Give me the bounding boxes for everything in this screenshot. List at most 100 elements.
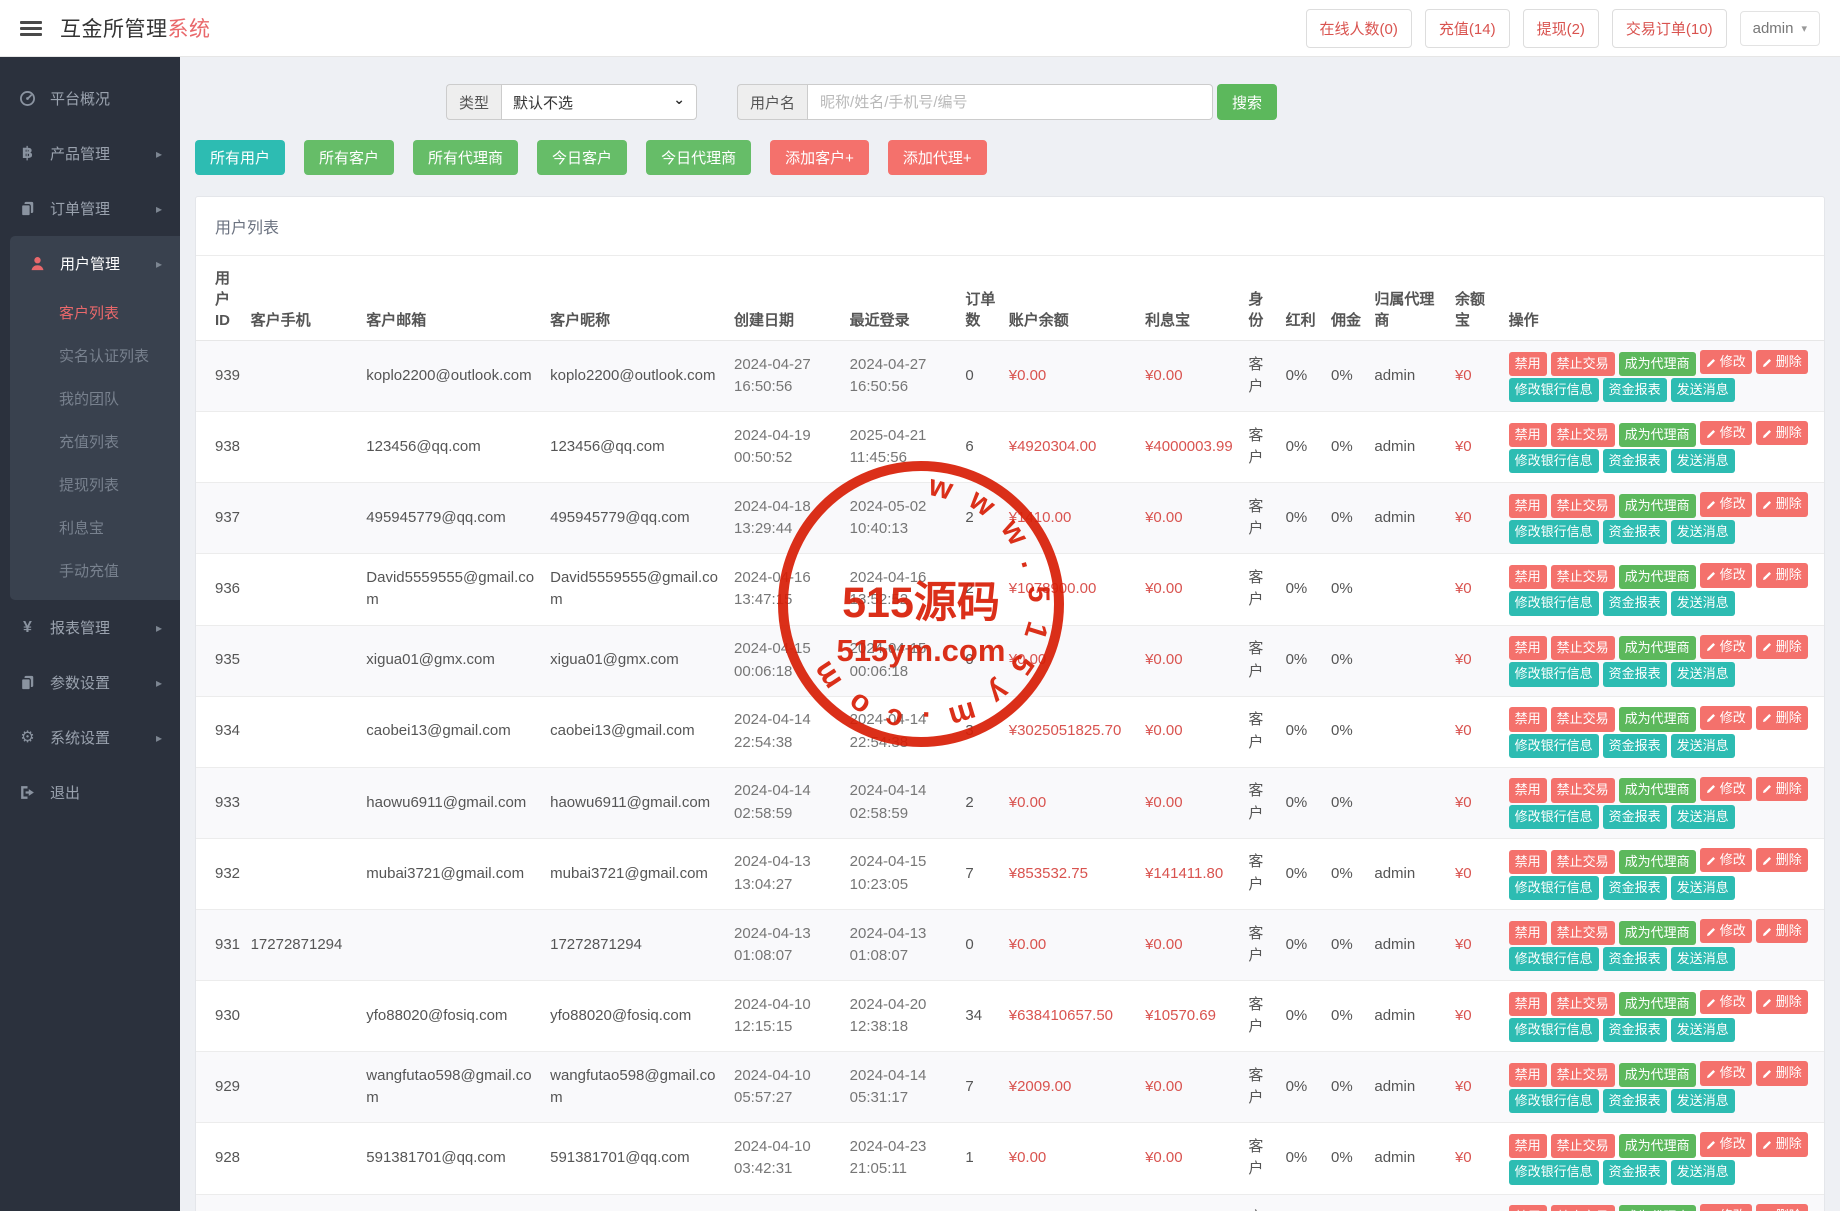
disable-button[interactable]: 禁用 (1508, 565, 1547, 590)
edit-bank-button[interactable]: 修改银行信息 (1508, 804, 1599, 829)
make-agent-button[interactable]: 成为代理商 (1618, 1062, 1696, 1088)
make-agent-button[interactable]: 成为代理商 (1618, 920, 1696, 945)
sidebar-item-params[interactable]: 参数设置 ▸ (0, 655, 180, 710)
online-count-button[interactable]: 在线人数(0) (1305, 8, 1412, 48)
delete-button[interactable]: 删除 (1755, 919, 1808, 944)
make-agent-button[interactable]: 成为代理商 (1618, 991, 1696, 1016)
disable-button[interactable]: 禁用 (1508, 778, 1547, 803)
sidebar-item-orders[interactable]: 订单管理 ▸ (0, 181, 180, 236)
send-message-button[interactable]: 发送消息 (1670, 1160, 1735, 1185)
make-agent-button[interactable]: 成为代理商 (1618, 565, 1696, 590)
delete-button[interactable]: 删除 (1755, 847, 1808, 873)
today-customers-button[interactable]: 今日客户 (537, 140, 628, 175)
edit-bank-button[interactable]: 修改银行信息 (1508, 1018, 1599, 1043)
disable-button[interactable]: 禁用 (1508, 493, 1547, 519)
sidebar-item-withdraw-list[interactable]: 提现列表 (10, 463, 180, 506)
send-message-button[interactable]: 发送消息 (1670, 1018, 1735, 1043)
edit-bank-button[interactable]: 修改银行信息 (1508, 662, 1599, 687)
funds-report-button[interactable]: 资金报表 (1602, 662, 1667, 687)
make-agent-button[interactable]: 成为代理商 (1618, 707, 1696, 732)
disable-button[interactable]: 禁用 (1508, 351, 1547, 376)
delete-button[interactable]: 删除 (1755, 492, 1808, 517)
edit-button[interactable]: 修改 (1699, 1061, 1752, 1086)
edit-bank-button[interactable]: 修改银行信息 (1508, 449, 1599, 474)
withdraw-button[interactable]: 提现(2) (1522, 8, 1599, 48)
forbid-trade-button[interactable]: 禁止交易 (1550, 1062, 1615, 1088)
disable-button[interactable]: 禁用 (1508, 1062, 1547, 1088)
disable-button[interactable]: 禁用 (1508, 1134, 1547, 1159)
make-agent-button[interactable]: 成为代理商 (1618, 849, 1696, 874)
add-agent-button[interactable]: 添加代理+ (887, 140, 987, 175)
make-agent-button[interactable]: 成为代理商 (1618, 1134, 1696, 1159)
funds-report-button[interactable]: 资金报表 (1602, 733, 1667, 758)
send-message-button[interactable]: 发送消息 (1670, 875, 1735, 900)
add-customer-button[interactable]: 添加客户+ (770, 140, 869, 175)
trade-orders-button[interactable]: 交易订单(10) (1611, 8, 1727, 48)
delete-button[interactable]: 删除 (1755, 350, 1808, 375)
search-button[interactable]: 搜索 (1217, 84, 1278, 120)
send-message-button[interactable]: 发送消息 (1670, 804, 1735, 829)
forbid-trade-button[interactable]: 禁止交易 (1550, 849, 1615, 874)
forbid-trade-button[interactable]: 禁止交易 (1550, 778, 1615, 803)
sidebar-item-my-team[interactable]: 我的团队 (10, 377, 180, 420)
make-agent-button[interactable]: 成为代理商 (1618, 493, 1696, 519)
forbid-trade-button[interactable]: 禁止交易 (1550, 1134, 1615, 1159)
all-customers-button[interactable]: 所有客户 (304, 140, 395, 175)
edit-button[interactable]: 修改 (1699, 634, 1752, 659)
forbid-trade-button[interactable]: 禁止交易 (1550, 707, 1615, 732)
sidebar-item-system[interactable]: ⚙ 系统设置 ▸ (0, 710, 180, 765)
delete-button[interactable]: 删除 (1755, 1061, 1808, 1086)
sidebar-item-products[interactable]: ฿ 产品管理 ▸ (0, 126, 180, 181)
edit-bank-button[interactable]: 修改银行信息 (1508, 520, 1599, 545)
edit-bank-button[interactable]: 修改银行信息 (1508, 733, 1599, 758)
edit-bank-button[interactable]: 修改银行信息 (1508, 1089, 1599, 1114)
forbid-trade-button[interactable]: 禁止交易 (1550, 1205, 1615, 1211)
sidebar-item-realname-list[interactable]: 实名认证列表 (10, 334, 180, 377)
edit-bank-button[interactable]: 修改银行信息 (1508, 591, 1599, 616)
forbid-trade-button[interactable]: 禁止交易 (1550, 636, 1615, 661)
edit-button[interactable]: 修改 (1699, 1132, 1752, 1157)
send-message-button[interactable]: 发送消息 (1670, 662, 1735, 687)
edit-button[interactable]: 修改 (1699, 919, 1752, 944)
edit-button[interactable]: 修改 (1699, 847, 1752, 873)
make-agent-button[interactable]: 成为代理商 (1618, 351, 1696, 376)
funds-report-button[interactable]: 资金报表 (1602, 591, 1667, 616)
funds-report-button[interactable]: 资金报表 (1602, 946, 1667, 972)
funds-report-button[interactable]: 资金报表 (1602, 1089, 1667, 1114)
funds-report-button[interactable]: 资金报表 (1602, 449, 1667, 474)
sidebar-item-dashboard[interactable]: 平台概况 (0, 71, 180, 126)
admin-menu[interactable]: admin ▾ (1739, 10, 1820, 46)
edit-button[interactable]: 修改 (1699, 563, 1752, 588)
make-agent-button[interactable]: 成为代理商 (1618, 422, 1696, 447)
edit-button[interactable]: 修改 (1699, 1203, 1752, 1211)
make-agent-button[interactable]: 成为代理商 (1618, 1205, 1696, 1211)
sidebar-item-interest-bao[interactable]: 利息宝 (10, 506, 180, 549)
funds-report-button[interactable]: 资金报表 (1602, 377, 1667, 403)
edit-bank-button[interactable]: 修改银行信息 (1508, 377, 1599, 403)
forbid-trade-button[interactable]: 禁止交易 (1550, 493, 1615, 519)
edit-bank-button[interactable]: 修改银行信息 (1508, 1160, 1599, 1185)
edit-button[interactable]: 修改 (1699, 492, 1752, 517)
edit-bank-button[interactable]: 修改银行信息 (1508, 875, 1599, 900)
edit-button[interactable]: 修改 (1699, 421, 1752, 446)
all-users-button[interactable]: 所有用户 (195, 140, 286, 175)
funds-report-button[interactable]: 资金报表 (1602, 1018, 1667, 1043)
sidebar-item-users[interactable]: 用户管理 ▸ (10, 236, 180, 291)
delete-button[interactable]: 删除 (1755, 634, 1808, 659)
funds-report-button[interactable]: 资金报表 (1602, 875, 1667, 900)
edit-button[interactable]: 修改 (1699, 705, 1752, 730)
send-message-button[interactable]: 发送消息 (1670, 449, 1735, 474)
send-message-button[interactable]: 发送消息 (1670, 520, 1735, 545)
edit-button[interactable]: 修改 (1699, 990, 1752, 1015)
disable-button[interactable]: 禁用 (1508, 849, 1547, 874)
disable-button[interactable]: 禁用 (1508, 920, 1547, 945)
forbid-trade-button[interactable]: 禁止交易 (1550, 565, 1615, 590)
delete-button[interactable]: 删除 (1755, 563, 1808, 588)
send-message-button[interactable]: 发送消息 (1670, 946, 1735, 972)
sidebar-item-logout[interactable]: 退出 (0, 765, 180, 820)
disable-button[interactable]: 禁用 (1508, 1205, 1547, 1211)
make-agent-button[interactable]: 成为代理商 (1618, 636, 1696, 661)
disable-button[interactable]: 禁用 (1508, 636, 1547, 661)
delete-button[interactable]: 删除 (1755, 1203, 1808, 1211)
type-select[interactable]: 默认不选 ⌄ (501, 84, 698, 120)
